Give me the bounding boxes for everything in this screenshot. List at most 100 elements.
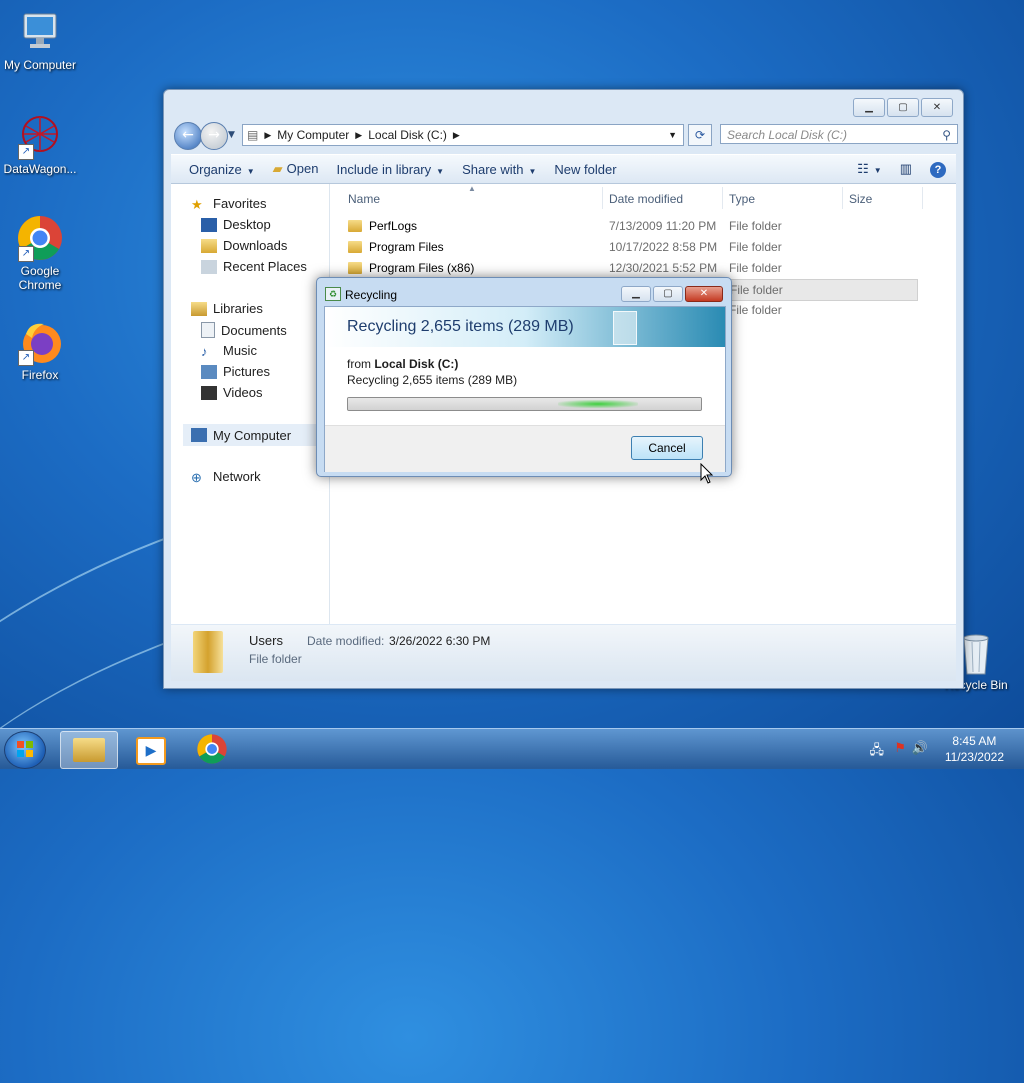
libraries-icon (191, 301, 207, 316)
clock-time: 8:45 AM (952, 734, 997, 748)
desktop-icon-chrome[interactable]: ↗ Google Chrome (0, 214, 80, 292)
nav-pictures[interactable]: Pictures (201, 364, 270, 379)
volume-icon[interactable]: 🔊 (912, 741, 928, 756)
close-button[interactable]: ✕ (921, 98, 953, 117)
table-row[interactable]: Program Files (x86) 12/30/2021 5:52 PM F… (342, 258, 918, 278)
help-button[interactable]: ? (930, 161, 946, 178)
taskbar-media-player-button[interactable]: ▶ (122, 731, 178, 767)
breadcrumb-local-disk[interactable]: Local Disk (C:) (368, 128, 447, 142)
cancel-button[interactable]: Cancel (631, 436, 703, 460)
column-header-name[interactable]: Name (348, 192, 380, 206)
nav-label: Libraries (213, 301, 263, 316)
shortcut-arrow-icon: ↗ (18, 350, 34, 366)
table-row[interactable]: PerfLogs 7/13/2009 11:20 PM File folder (342, 216, 918, 236)
chevron-right-icon: ▶ (355, 129, 363, 140)
dialog-minimize-button[interactable]: ▁ (621, 286, 651, 302)
column-header-date[interactable]: Date modified (609, 192, 683, 206)
nav-recent-places[interactable]: Recent Places (201, 259, 307, 274)
file-name: Program Files (x86) (369, 261, 475, 275)
dialog-maximize-button[interactable]: ▢ (653, 286, 683, 302)
preview-pane-icon: ▥ (899, 161, 912, 176)
network-tray-icon[interactable]: 🖧 (870, 741, 885, 763)
title-bar[interactable]: ▁ ▢ ✕ (164, 90, 963, 120)
taskbar-explorer-button[interactable] (60, 731, 118, 769)
table-row[interactable]: Program Files 10/17/2022 8:58 PM File fo… (342, 237, 918, 257)
computer-icon (16, 8, 64, 56)
include-label: Include in library (336, 161, 432, 177)
dialog-body: Recycling 2,655 items (289 MB) from Loca… (324, 306, 726, 472)
details-pane: Users Date modified: 3/26/2022 6:30 PM F… (171, 625, 956, 681)
nav-favorites[interactable]: ★ Favorites (191, 196, 266, 212)
breadcrumb-my-computer[interactable]: My Computer (277, 128, 349, 142)
from-line: from Local Disk (C:) (347, 357, 458, 371)
nav-label: Downloads (223, 238, 288, 253)
nav-desktop[interactable]: Desktop (201, 217, 271, 232)
search-placeholder: Search Local Disk (C:) (727, 128, 848, 142)
preview-pane-button[interactable]: ▥ (900, 161, 912, 177)
desktop-icon (201, 217, 217, 232)
nav-my-computer[interactable]: My Computer (183, 424, 325, 446)
details-date-label: Date modified: (307, 634, 385, 648)
nav-label: Network (213, 469, 261, 484)
nav-music[interactable]: ♪ Music (201, 343, 257, 359)
desktop-icon-datawagon[interactable]: ↗ DataWagon... (0, 112, 80, 176)
chevron-right-icon: ▶ (452, 129, 460, 140)
nav-documents[interactable]: Documents (201, 322, 287, 338)
details-name: Users (249, 633, 283, 648)
recent-pages-dropdown[interactable]: ▼ (228, 130, 235, 140)
progress-glow (558, 400, 638, 408)
action-center-icon[interactable]: ⚑ (894, 741, 906, 756)
refresh-button[interactable]: ⟳ (688, 124, 712, 146)
mouse-cursor-icon (700, 463, 714, 484)
recycle-bin-animation-icon (613, 311, 637, 345)
forward-button[interactable]: → (200, 122, 228, 150)
start-button[interactable] (4, 731, 46, 769)
view-options-button[interactable]: ☷ ▼ (857, 161, 882, 177)
desktop-icon-label: DataWagon... (3, 162, 77, 176)
navigation-pane: ★ Favorites Desktop Downloads Recent Plac… (171, 184, 330, 624)
from-value: Local Disk (C:) (374, 357, 459, 371)
column-separator[interactable] (722, 187, 723, 209)
file-type: File folder (729, 303, 782, 317)
dialog-title: Recycling (345, 288, 398, 302)
address-dropdown[interactable]: ▼ (668, 130, 677, 140)
column-header-type[interactable]: Type (729, 192, 755, 206)
help-icon: ? (930, 161, 946, 178)
nav-videos[interactable]: Videos (201, 385, 263, 400)
organize-button[interactable]: Organize ▼ (189, 162, 255, 177)
minimize-button[interactable]: ▁ (853, 98, 885, 117)
new-folder-button[interactable]: New folder (554, 162, 616, 177)
from-label: from (347, 357, 371, 371)
maximize-button[interactable]: ▢ (887, 98, 919, 117)
windows-logo-icon (17, 741, 33, 757)
command-bar: Organize ▼ ▰ Open Include in library ▼ Shar… (171, 154, 956, 184)
nav-label: Videos (223, 385, 263, 400)
open-button[interactable]: ▰ Open (273, 161, 319, 177)
clock-date: 11/23/2022 (944, 750, 1004, 764)
taskbar: ▶ 🖧 ⚑ 🔊 8:45 AM 11/23/2022 (0, 728, 1024, 769)
nav-downloads[interactable]: Downloads (201, 238, 287, 253)
back-button[interactable]: ← (174, 122, 202, 150)
nav-network[interactable]: ⊕ Network (191, 469, 261, 485)
dialog-close-button[interactable]: ✕ (685, 286, 723, 302)
star-icon: ★ (191, 196, 203, 212)
column-separator[interactable] (842, 187, 843, 209)
taskbar-chrome-button[interactable] (184, 731, 240, 767)
nav-libraries[interactable]: Libraries (191, 301, 263, 316)
share-with-button[interactable]: Share with ▼ (462, 162, 536, 177)
include-in-library-button[interactable]: Include in library ▼ (336, 162, 444, 177)
chrome-icon (197, 734, 227, 764)
search-input[interactable]: Search Local Disk (C:) ⚲ (720, 124, 958, 144)
clock[interactable]: 8:45 AM 11/23/2022 (945, 733, 1004, 765)
recycling-dialog: ♻ Recycling ▁ ▢ ✕ Recycling 2,655 items … (316, 277, 732, 477)
file-type: File folder (730, 283, 783, 297)
computer-icon (191, 428, 207, 442)
desktop-icon-my-computer[interactable]: My Computer (0, 8, 80, 72)
column-header-size[interactable]: Size (849, 192, 872, 206)
details-kind: File folder (249, 652, 302, 666)
column-separator[interactable] (922, 187, 923, 209)
dialog-footer: Cancel (325, 425, 725, 472)
address-bar[interactable]: ▤ ▶ My Computer ▶ Local Disk (C:) ▶ ▼ (242, 124, 684, 146)
desktop-icon-firefox[interactable]: ↗ Firefox (0, 318, 80, 382)
column-separator[interactable] (602, 187, 603, 209)
